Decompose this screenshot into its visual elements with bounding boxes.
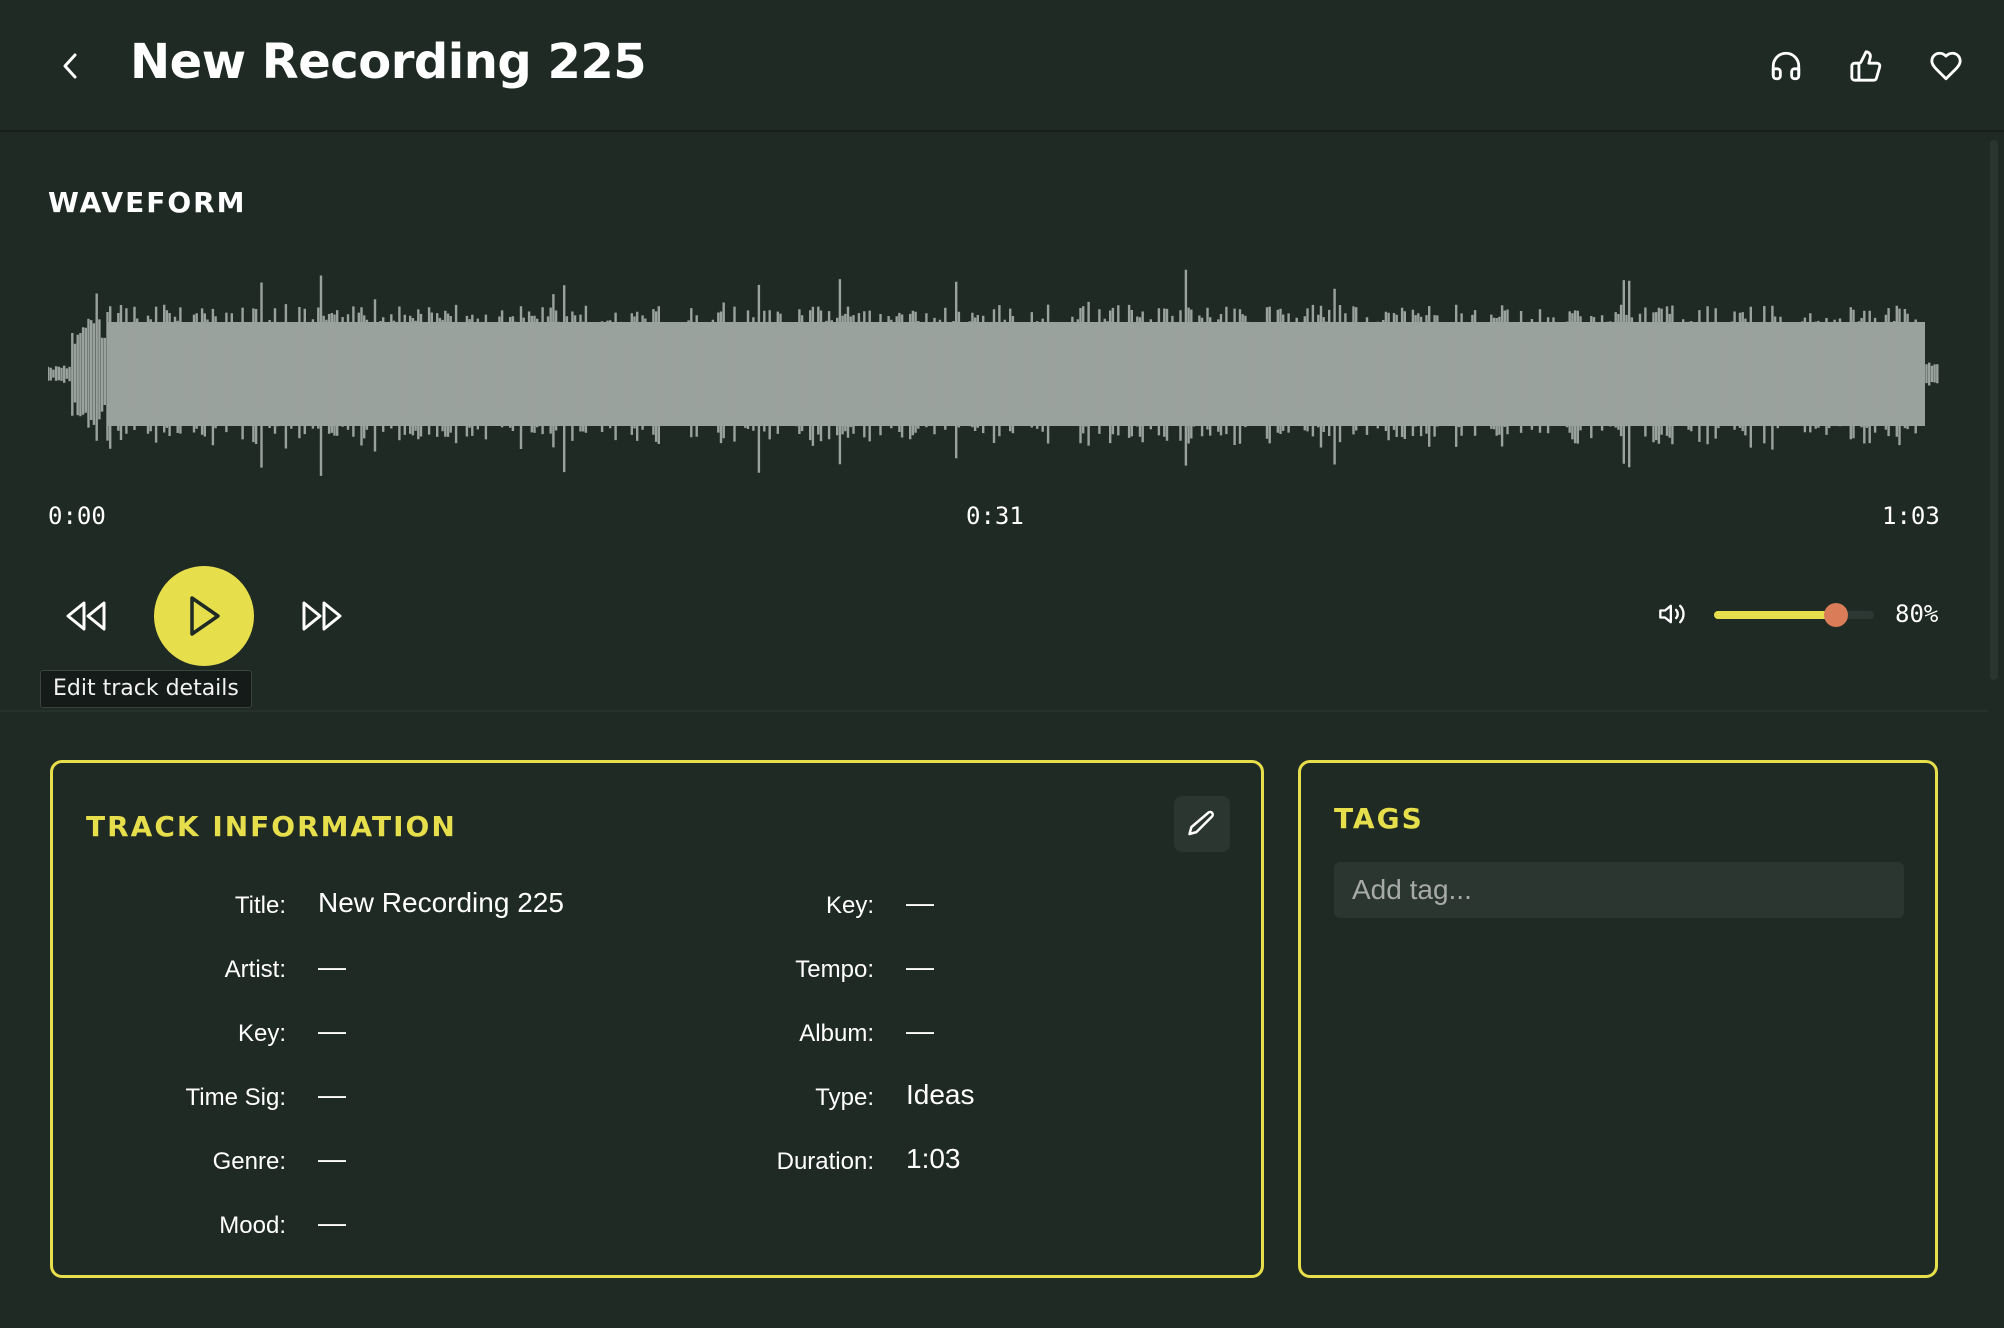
favorite-button[interactable] [1924,44,1968,88]
field-value-mood[interactable]: — [318,1207,346,1239]
volume-slider-thumb[interactable] [1824,603,1848,627]
field-label-mood: Mood: [219,1212,286,1239]
pencil-icon [1188,810,1215,836]
field-label-album: Album: [799,1020,874,1047]
volume-slider[interactable] [1714,603,1874,627]
thumbs-up-icon [1850,50,1882,82]
rewind-button[interactable] [62,592,110,640]
field-label-key-right: Key: [825,892,874,919]
rewind-icon [66,601,106,631]
field-label-artist: Artist: [224,956,286,983]
field-value-genre[interactable]: — [318,1143,346,1175]
field-value-duration: 1:03 [906,1143,961,1174]
field-value-artist[interactable]: — [318,951,346,983]
field-value-time-sig[interactable]: — [318,1079,346,1111]
volume-icon [1659,604,1685,624]
track-info-title: TRACK INFORMATION [86,810,457,843]
page-title: New Recording 225 [130,34,647,90]
heart-icon [1930,51,1962,81]
headphones-icon [1771,51,1801,81]
play-icon [190,596,220,636]
scrollbar[interactable] [1990,140,1998,680]
waveform-display[interactable] [48,250,1940,494]
chevron-left-icon [63,53,77,79]
field-value-key-right[interactable]: — [906,887,934,919]
fast-forward-icon [302,601,342,631]
edit-track-button[interactable] [1174,796,1230,852]
field-value-title[interactable]: New Recording 225 [318,887,564,919]
field-value-album[interactable]: — [906,1015,934,1047]
field-label-type: Type: [815,1084,874,1111]
field-value-tempo[interactable]: — [906,951,934,983]
tags-title: TAGS [1334,802,1424,835]
field-label-title: Title: [234,892,286,919]
volume-percent-label: 80% [1895,600,1939,628]
tags-card [1298,760,1938,1278]
section-divider [0,710,1988,712]
like-button[interactable] [1844,44,1888,88]
time-end-label: 1:03 [1882,502,1940,530]
play-button[interactable] [154,566,254,666]
field-value-type[interactable]: Ideas [906,1079,975,1111]
back-button[interactable] [50,42,90,90]
app-header: New Recording 225 [0,0,2004,132]
volume-slider-fill [1714,611,1836,619]
field-label-genre: Genre: [212,1148,286,1175]
field-label-tempo: Tempo: [795,956,874,983]
time-mid-label: 0:31 [966,502,1024,530]
time-start-label: 0:00 [48,502,106,530]
headphones-button[interactable] [1764,44,1808,88]
volume-button[interactable] [1654,596,1690,632]
field-label-duration: Duration: [776,1148,874,1175]
waveform-title: WAVEFORM [48,186,247,219]
tooltip: Edit track details [40,670,252,708]
field-label-time-sig: Time Sig: [185,1084,286,1111]
field-label-key: Key: [237,1020,286,1047]
fast-forward-button[interactable] [298,592,346,640]
field-value-key[interactable]: — [318,1015,346,1047]
add-tag-input[interactable] [1334,862,1904,918]
